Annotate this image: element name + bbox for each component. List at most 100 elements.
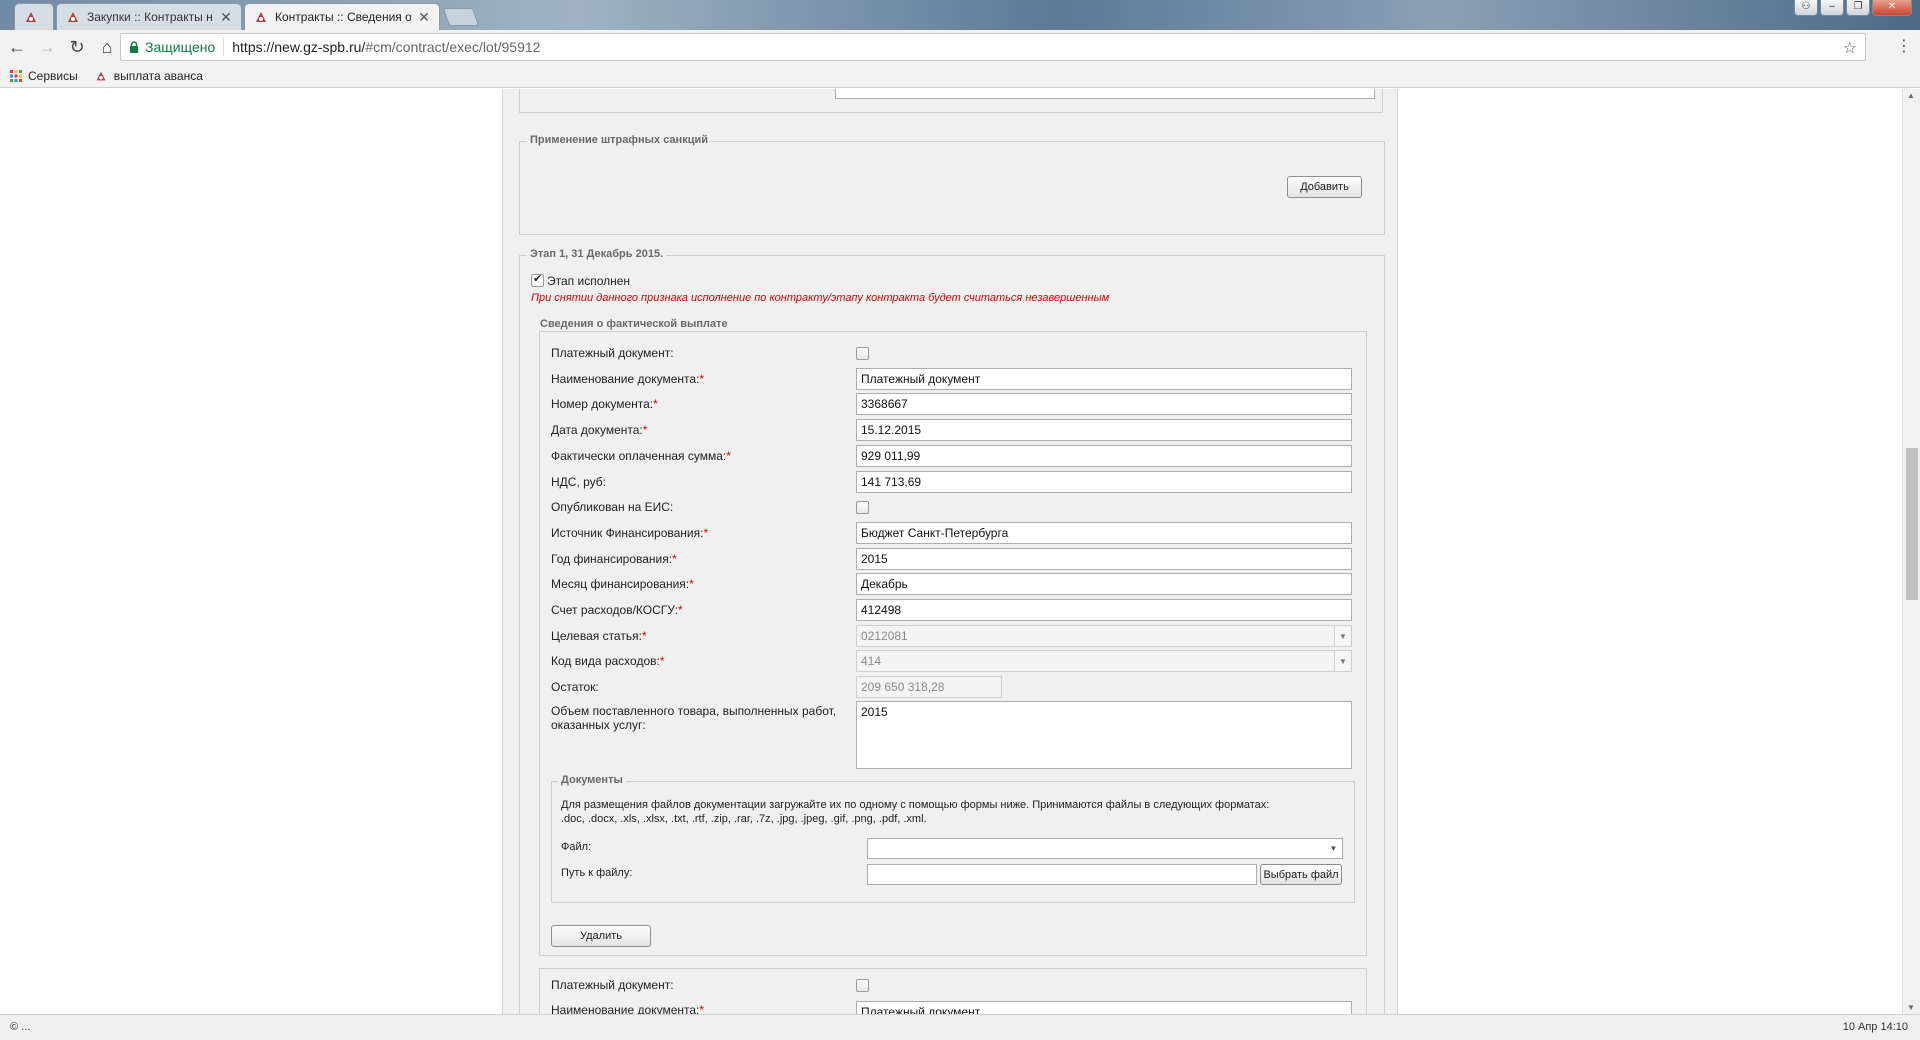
field-input[interactable]: 2015 bbox=[856, 548, 1352, 570]
field-label: Наименование документа:* bbox=[551, 372, 705, 386]
secure-indicator[interactable]: Защищено bbox=[121, 38, 225, 56]
tab-title: Закупки :: Контракты на bbox=[87, 10, 213, 24]
site-favicon-icon bbox=[68, 12, 78, 22]
bookmark-star-icon[interactable]: ☆ bbox=[1843, 38, 1857, 58]
payment-field-row: Год финансирования:* 2015 bbox=[503, 548, 1399, 570]
payment-field-row: Номер документа:* 3368667 bbox=[503, 393, 1399, 415]
chevron-down-icon[interactable]: ▼ bbox=[1334, 651, 1351, 671]
file-path-input[interactable] bbox=[867, 864, 1257, 885]
page-scrollbar[interactable]: ▲ ▼ bbox=[1902, 89, 1920, 1014]
field-label: Целевая статья:* bbox=[551, 629, 647, 643]
next-name-label: Наименование документа:* bbox=[551, 1003, 705, 1014]
back-arrow-icon[interactable]: ← bbox=[4, 34, 30, 60]
volume-textarea[interactable]: 2015 bbox=[856, 701, 1352, 769]
bookmarks-bar: Сервисы выплата аванса bbox=[0, 64, 1920, 88]
file-path-label: Путь к файлу: bbox=[561, 867, 633, 879]
browser-tab-contracts[interactable]: Контракты :: Сведения о ✕ bbox=[244, 3, 440, 30]
secure-label: Защищено bbox=[145, 39, 216, 55]
payment-field-row: Дата документа:* 15.12.2015 bbox=[503, 419, 1399, 441]
site-favicon-icon bbox=[96, 71, 106, 80]
next-payment-doc-checkbox[interactable] bbox=[856, 979, 869, 992]
new-tab-button[interactable] bbox=[442, 8, 480, 26]
browser-tab-purchases[interactable]: Закупки :: Контракты на ✕ bbox=[56, 3, 242, 30]
field-input[interactable]: 141 713,69 bbox=[856, 471, 1352, 493]
payment-field-row: Месяц финансирования:* Декабрь bbox=[503, 573, 1399, 595]
field-input[interactable]: Платежный документ bbox=[856, 368, 1352, 390]
user-icon[interactable]: ⚇ bbox=[1794, 0, 1818, 16]
required-marker: * bbox=[726, 449, 731, 463]
url-text: https://new.gz-spb.ru/#cm/contract/exec/… bbox=[232, 39, 541, 55]
close-tab-icon[interactable]: ✕ bbox=[219, 9, 233, 26]
field-input[interactable]: Бюджет Санкт-Петербурга bbox=[856, 522, 1352, 544]
stage-warning: При снятии данного признака исполнение п… bbox=[531, 292, 1110, 304]
page-viewport: Применение штрафных санкций Добавить Эта… bbox=[0, 89, 1902, 1014]
required-marker: * bbox=[641, 629, 647, 643]
browser-menu-icon[interactable]: ⋮ bbox=[1896, 36, 1912, 56]
bookmark-services[interactable]: Сервисы bbox=[10, 69, 78, 83]
scroll-down-icon[interactable]: ▼ bbox=[1907, 1003, 1915, 1012]
stage-legend: Этап 1, 31 Декабрь 2015. bbox=[527, 248, 667, 260]
stage-done-checkbox[interactable]: ✔ bbox=[531, 273, 544, 287]
bookmark-label: Сервисы bbox=[28, 68, 78, 83]
required-marker: * bbox=[672, 552, 677, 566]
field-input[interactable]: 412498 bbox=[856, 599, 1352, 621]
scrollbar-thumb[interactable] bbox=[1906, 448, 1918, 600]
penalties-legend: Применение штрафных санкций bbox=[527, 134, 712, 146]
contract-page: Применение штрафных санкций Добавить Эта… bbox=[502, 89, 1398, 1014]
file-label: Файл: bbox=[561, 841, 592, 853]
field-checkbox[interactable] bbox=[856, 347, 869, 360]
field-label: Код вида расходов:* bbox=[551, 654, 665, 668]
browser-tab-pinned[interactable] bbox=[14, 3, 54, 30]
status-left: © ... bbox=[10, 1021, 31, 1033]
field-input[interactable]: 15.12.2015 bbox=[856, 419, 1352, 441]
payment-field-row: Источник Финансирования:* Бюджет Санкт-Пе… bbox=[503, 522, 1399, 544]
bookmark-advance-payment[interactable]: выплата аванса bbox=[94, 69, 203, 83]
field-select[interactable]: 414 ▼ bbox=[856, 650, 1352, 672]
close-window-icon[interactable]: ✕ bbox=[1872, 0, 1912, 16]
chevron-down-icon[interactable]: ▼ bbox=[1334, 626, 1351, 646]
payment-field-row: НДС, руб: 141 713,69 bbox=[503, 471, 1399, 493]
next-name-input[interactable]: Платежный документ bbox=[856, 1001, 1352, 1014]
forward-arrow-icon[interactable]: → bbox=[34, 34, 60, 60]
minimize-icon[interactable]: – bbox=[1820, 0, 1844, 16]
field-label: Месяц финансирования:* bbox=[551, 577, 694, 591]
field-input[interactable]: 209 650 318,28 bbox=[856, 676, 1002, 698]
required-marker: * bbox=[677, 603, 683, 617]
payment-field-row: Код вида расходов:* 414 ▼ bbox=[503, 650, 1399, 672]
bookmark-label: выплата аванса bbox=[113, 68, 203, 83]
status-clock: 10 Апр 14:10 bbox=[1842, 1021, 1908, 1033]
chevron-down-icon[interactable]: ▼ bbox=[1325, 839, 1342, 858]
documents-legend: Документы bbox=[558, 774, 626, 786]
payment-field-row: Наименование документа:* Платежный докуме… bbox=[503, 368, 1399, 390]
previous-textarea[interactable] bbox=[835, 89, 1375, 99]
payment-field-row: Целевая статья:* 0212081 ▼ bbox=[503, 625, 1399, 647]
choose-file-button[interactable]: Выбрать файл bbox=[1260, 864, 1342, 885]
reload-icon[interactable]: ↻ bbox=[64, 34, 90, 60]
restore-icon[interactable]: ❐ bbox=[1846, 0, 1870, 16]
address-bar[interactable]: Защищено https://new.gz-spb.ru/#cm/contr… bbox=[120, 33, 1866, 61]
payment-field-row: Фактически оплаченная сумма:* 929 011,99 bbox=[503, 445, 1399, 467]
field-checkbox[interactable] bbox=[856, 501, 869, 514]
close-tab-icon[interactable]: ✕ bbox=[417, 9, 431, 26]
field-input[interactable]: 929 011,99 bbox=[856, 445, 1352, 467]
volume-label: Объем поставленного товара, выполненных … bbox=[551, 704, 837, 732]
add-penalty-button[interactable]: Добавить bbox=[1287, 176, 1362, 198]
browser-tab-strip: Закупки :: Контракты на ✕ Контракты :: С… bbox=[0, 0, 1920, 30]
field-input[interactable]: 3368667 bbox=[856, 393, 1352, 415]
scroll-up-icon[interactable]: ▲ bbox=[1907, 91, 1915, 100]
required-marker: * bbox=[703, 526, 709, 540]
field-label: Номер документа:* bbox=[551, 397, 658, 411]
required-marker: * bbox=[699, 372, 705, 386]
apps-grid-icon bbox=[10, 69, 22, 82]
field-select[interactable]: 0212081 ▼ bbox=[856, 625, 1352, 647]
field-label: Дата документа:* bbox=[551, 423, 648, 437]
field-label: Фактически оплаченная сумма:* bbox=[551, 449, 731, 463]
delete-payment-button[interactable]: Удалить bbox=[551, 925, 651, 947]
required-marker: * bbox=[642, 423, 648, 437]
payment-legend: Сведения о фактической выплате bbox=[537, 318, 731, 330]
field-label: Опубликован на ЕИС: bbox=[551, 500, 674, 514]
browser-toolbar: ← → ↻ ⌂ Защищено https://new.gz-spb.ru/#… bbox=[0, 30, 1920, 64]
home-icon[interactable]: ⌂ bbox=[94, 34, 120, 60]
file-select[interactable] bbox=[867, 838, 1343, 859]
field-input[interactable]: Декабрь bbox=[856, 573, 1352, 595]
